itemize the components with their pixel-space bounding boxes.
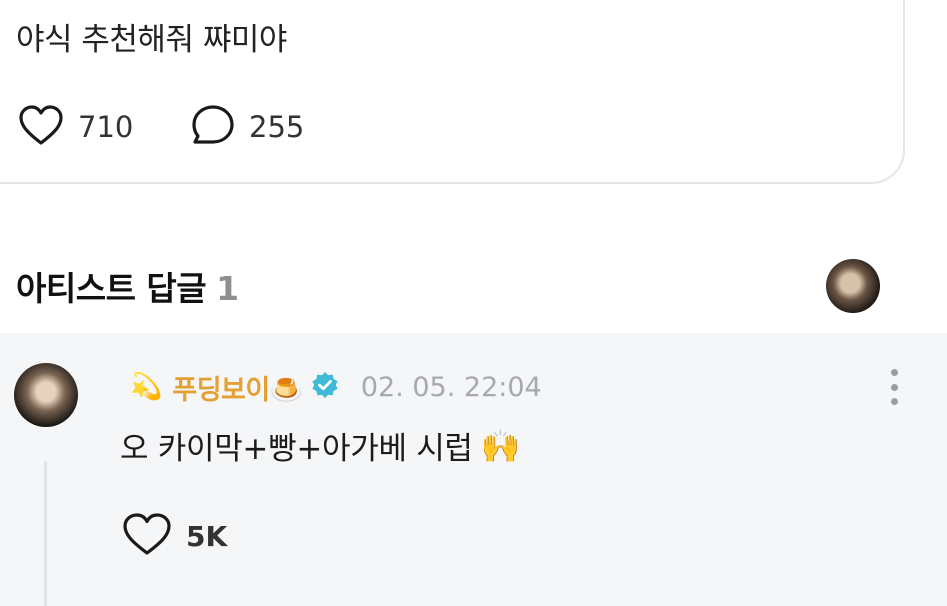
reply-like-count: 5K <box>186 519 228 553</box>
section-title-count: 1 <box>216 269 239 308</box>
more-vertical-icon[interactable] <box>880 369 908 405</box>
verified-badge-icon <box>311 371 339 403</box>
reply-nickname[interactable]: 푸딩보이🍮 <box>172 368 303 407</box>
section-title-label: 아티스트 답글 <box>16 269 207 308</box>
artist-reply: 💫 푸딩보이🍮 02. 05. 22:04 오 카이막+빵+아가베 시럽 🙌 5… <box>0 333 947 606</box>
thread-line <box>44 461 47 606</box>
reply-text: 오 카이막+빵+아가베 시럽 🙌 <box>120 423 521 468</box>
artist-reply-section-title: 아티스트 답글 1 <box>16 262 239 310</box>
reply-timestamp: 02. 05. 22:04 <box>360 371 542 403</box>
post-text: 야식 추천해줘 쨔미야 <box>16 22 287 58</box>
raised-hands-emoji: 🙌 <box>480 426 521 465</box>
post-like-button[interactable]: 710 <box>18 104 133 150</box>
heart-icon <box>122 512 172 560</box>
artist-avatar[interactable] <box>826 259 880 313</box>
reply-text-body: 오 카이막+빵+아가베 시럽 <box>120 431 473 467</box>
post-comment-count: 255 <box>249 110 305 144</box>
post-like-count: 710 <box>78 110 134 144</box>
post-comment-button[interactable]: 255 <box>191 104 304 150</box>
comment-bubble-icon <box>191 104 235 150</box>
badge-emoji: 💫 <box>130 372 163 402</box>
reply-header: 💫 푸딩보이🍮 02. 05. 22:04 <box>130 367 542 407</box>
reply-like-button[interactable]: 5K <box>122 513 227 559</box>
heart-icon <box>18 104 64 150</box>
reply-avatar[interactable] <box>14 363 78 427</box>
